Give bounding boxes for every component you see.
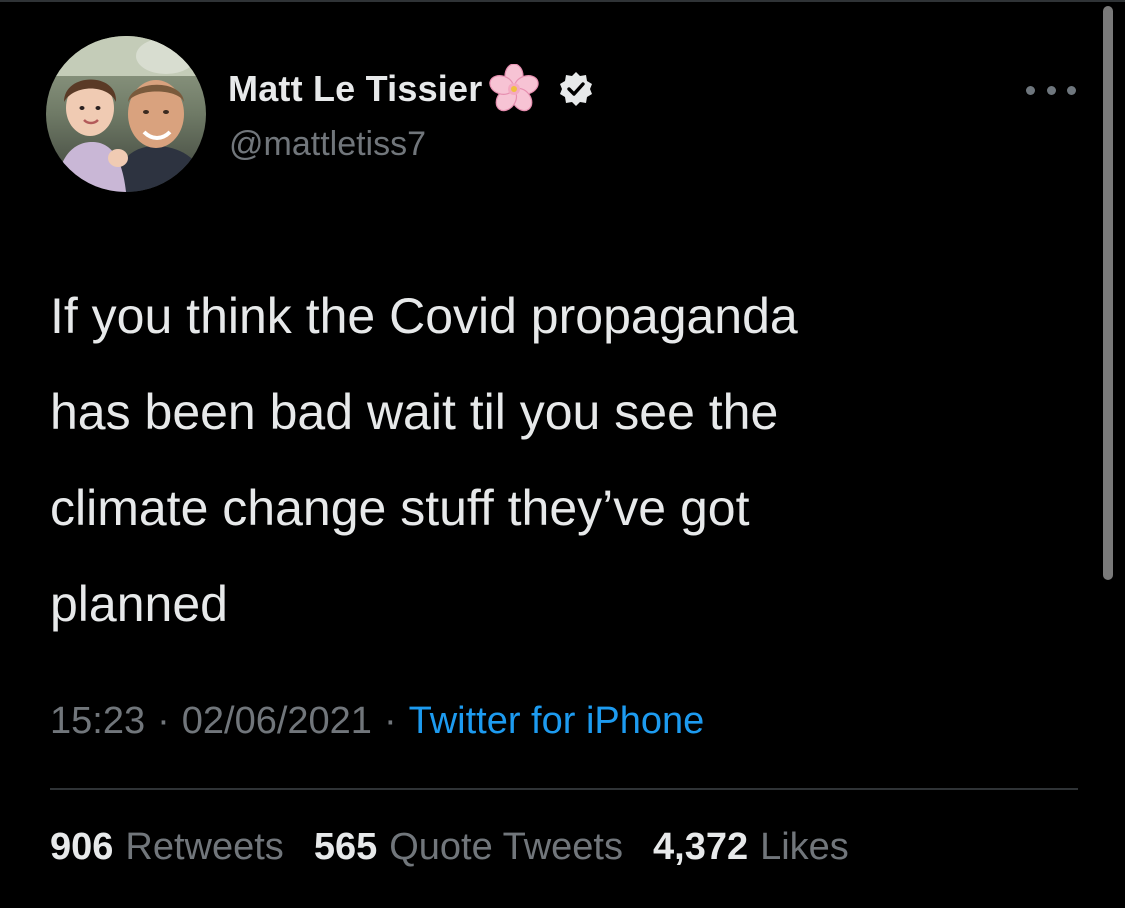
author-display-name[interactable]: Matt Le Tissier	[228, 68, 482, 110]
tweet-text: If you think the Covid propaganda has be…	[50, 268, 1040, 652]
verified-badge-icon	[558, 71, 594, 107]
likes-stat[interactable]: 4,372 Likes	[653, 826, 849, 869]
retweets-label: Retweets	[125, 826, 284, 868]
top-divider	[0, 0, 1125, 2]
meta-separator: ·	[383, 700, 397, 742]
avatar[interactable]	[46, 36, 206, 192]
meta-separator: ·	[157, 700, 170, 742]
tweet-date[interactable]: 02/06/2021	[182, 700, 372, 743]
tweet-text-line: has been bad wait til you see the	[50, 384, 779, 440]
author-name-row[interactable]: Matt Le Tissier	[228, 63, 594, 114]
tweet-source-link[interactable]: Twitter for iPhone	[409, 700, 705, 743]
tweet-text-line: If you think the Covid propaganda	[50, 288, 798, 344]
tweet-text-line: climate change stuff they’ve got	[50, 480, 750, 536]
quote-tweets-count: 565	[313, 826, 378, 868]
likes-count: 4,372	[653, 826, 749, 868]
cherry-blossom-icon	[484, 63, 546, 114]
tweet-detail: Matt Le Tissier @mattletiss7 If you thin…	[0, 0, 1125, 908]
stats-divider	[50, 788, 1078, 790]
more-dot	[1067, 85, 1076, 95]
likes-label: Likes	[760, 826, 849, 868]
retweets-stat[interactable]: 906 Retweets	[50, 826, 284, 869]
more-dot	[1046, 85, 1056, 95]
quote-tweets-stat[interactable]: 565 Quote Tweets	[314, 826, 623, 869]
more-dot	[1026, 85, 1035, 95]
retweets-count: 906	[50, 826, 114, 868]
tweet-text-line: planned	[50, 576, 228, 632]
scrollbar[interactable]	[1103, 6, 1113, 580]
tweet-time[interactable]: 15:23	[50, 700, 145, 743]
more-options-icon[interactable]	[1026, 78, 1076, 102]
tweet-meta: 15:23 · 02/06/2021 · Twitter for iPhone	[50, 700, 704, 743]
avatar-photo	[46, 36, 206, 192]
tweet-stats: 906 Retweets 565 Quote Tweets 4,372 Like…	[50, 826, 849, 869]
quote-tweets-label: Quote Tweets	[389, 826, 623, 868]
author-handle[interactable]: @mattletiss7	[229, 125, 426, 164]
